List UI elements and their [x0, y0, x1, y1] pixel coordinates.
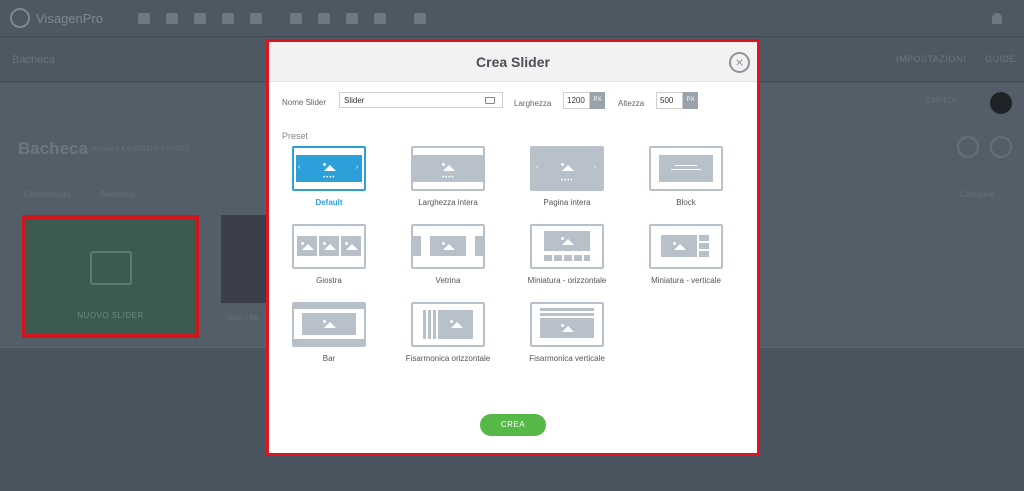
category-filter[interactable]: Categorie [960, 190, 995, 199]
image-icon [559, 323, 575, 333]
preset-name: Miniatura - orizzontale [527, 276, 607, 285]
preset-name: Default [315, 198, 343, 207]
new-slider-label: NUOVO SLIDER [77, 311, 144, 320]
image-icon [440, 241, 456, 251]
image-icon [559, 236, 575, 246]
list-icon[interactable] [138, 12, 150, 24]
slider-name-input[interactable] [339, 92, 503, 108]
modal-title: Crea Slider [476, 54, 550, 70]
preset-name: Block [676, 198, 696, 207]
preset-name: Fisarmonica orizzontale [405, 354, 491, 363]
image-icon [448, 319, 464, 329]
add-image-icon [90, 251, 132, 285]
height-input[interactable] [656, 92, 683, 109]
preset-name: Vetrina [435, 276, 461, 285]
height-unit: PX [683, 92, 698, 109]
settings-icon[interactable] [222, 12, 234, 24]
page-title: Bacheca [18, 139, 88, 158]
preset-thumbnail: •••• [411, 146, 485, 191]
width-input[interactable] [563, 92, 590, 109]
preset-label: Preset [282, 131, 309, 141]
preset-name: Bar [322, 354, 336, 363]
page-subtitle: Version 3.4.8 (ORATI) 3.0 [TBL] [90, 146, 189, 153]
delete-icon[interactable] [990, 136, 1012, 158]
layers-icon[interactable] [194, 12, 206, 24]
globe-icon[interactable] [374, 12, 386, 24]
clock-icon[interactable] [346, 12, 358, 24]
image-icon [671, 241, 687, 251]
logo-text: VisagenPro [36, 10, 103, 26]
breadcrumb[interactable]: Bacheca [12, 54, 55, 66]
preset-name: Giostra [316, 276, 342, 285]
width-unit: PX [590, 92, 605, 109]
preset-name: Fisarmonica verticale [529, 354, 605, 363]
preset-thumbnail [292, 224, 366, 269]
settings-link[interactable]: IMPOSTAZIONI [896, 54, 966, 64]
preset-name: Larghezza intera [418, 198, 478, 207]
image-icon [299, 241, 315, 251]
app-logo[interactable]: VisagenPro [10, 8, 130, 28]
avatar[interactable] [990, 92, 1012, 114]
image-icon [559, 162, 575, 172]
image-icon [321, 162, 337, 172]
preset-thumbnail [649, 146, 723, 191]
preset-thumbnail: ‹ › •••• [530, 146, 604, 191]
import-icon[interactable] [957, 136, 979, 158]
sort-filter[interactable]: Ordinamento [24, 190, 70, 199]
preset-thumbnail [411, 302, 485, 347]
close-icon[interactable]: × [729, 52, 750, 73]
image-icon [321, 241, 337, 251]
preset-thumbnail [530, 224, 604, 269]
width-label: Larghezza [514, 99, 552, 108]
employ-label: EMPLOI [926, 96, 957, 105]
preset-thumbnail [530, 302, 604, 347]
image-icon[interactable] [166, 12, 178, 24]
select-filter[interactable]: Selezione [100, 190, 135, 199]
user-icon[interactable] [992, 13, 1002, 24]
create-button[interactable]: CREA [480, 414, 546, 436]
slider-caption: Slider | Bb [226, 315, 259, 322]
preset-thumbnail: ‹ › •••• [292, 146, 366, 191]
id-card-icon[interactable] [485, 97, 495, 104]
preset-name: Miniatura - verticale [651, 276, 721, 285]
image-icon [440, 162, 456, 172]
menu-icon[interactable] [290, 12, 302, 24]
slider-thumbnail[interactable] [221, 215, 268, 303]
top-toolbar: VisagenPro [0, 0, 1024, 37]
tools-icon[interactable] [318, 12, 330, 24]
guides-link[interactable]: GUIDE [985, 54, 1016, 64]
height-label: Altezza [618, 99, 645, 108]
preset-thumbnail [649, 224, 723, 269]
preset-thumbnail [292, 302, 366, 347]
preset-name: Pagina intera [543, 198, 591, 207]
name-label: Nome Slider [282, 98, 327, 107]
help-icon[interactable] [414, 12, 426, 24]
create-slider-modal: Crea Slider × Nome Slider Larghezza PX A… [266, 39, 760, 456]
image-icon [343, 241, 359, 251]
logo-icon [10, 8, 30, 28]
image-icon [321, 319, 337, 329]
preset-thumbnail [411, 224, 485, 269]
new-slider-card[interactable]: NUOVO SLIDER [22, 215, 199, 338]
modal-header: Crea Slider × [269, 42, 757, 82]
package-icon[interactable] [250, 12, 262, 24]
